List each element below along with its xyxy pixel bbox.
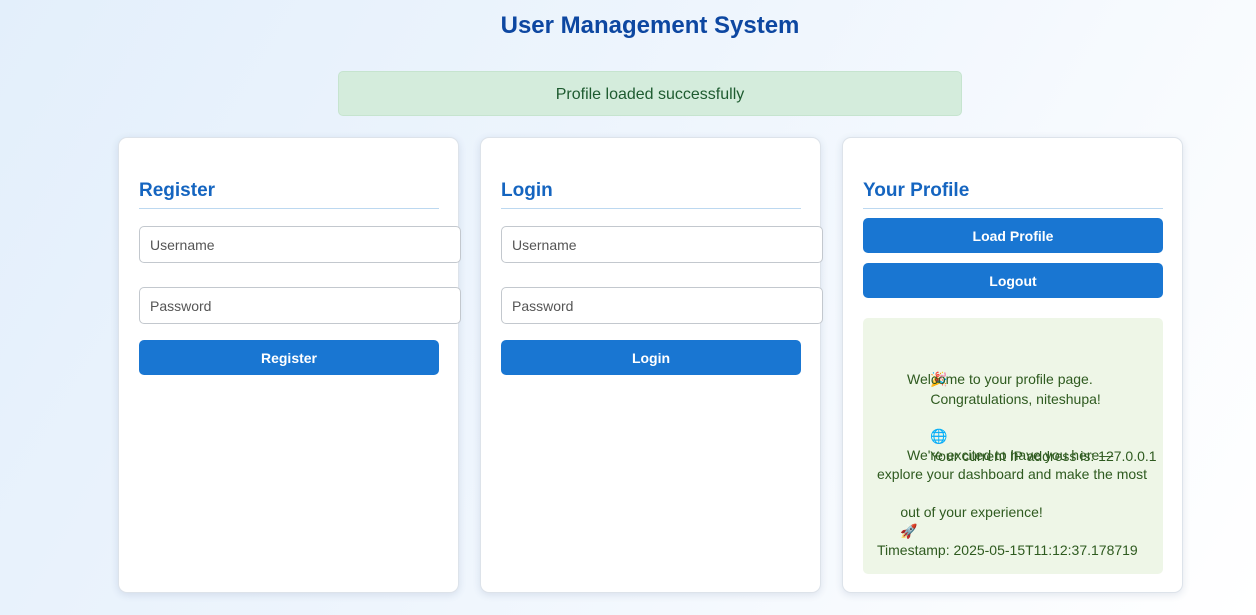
login-card: Login Login: [480, 137, 823, 593]
login-username-input[interactable]: [501, 226, 823, 263]
timestamp-text: Timestamp: 2025-05-15T11:12:37.178719: [877, 542, 1138, 558]
login-password-input[interactable]: [501, 287, 823, 324]
page-title: User Management System: [500, 12, 800, 39]
profile-card: Your Profile Load Profile Logout 🎉 Congr…: [842, 137, 1183, 593]
excited-text-3: out of your experience!: [900, 504, 1043, 520]
greeting-text: Congratulations, niteshupa!: [930, 391, 1101, 407]
rocket-icon: 🚀: [900, 524, 918, 540]
profile-heading: Your Profile: [863, 180, 1163, 209]
register-username-input[interactable]: [139, 226, 461, 263]
register-password-input[interactable]: [139, 287, 461, 324]
welcome-text: Welcome to your profile page.: [907, 371, 1093, 387]
load-profile-button[interactable]: Load Profile: [863, 218, 1163, 253]
excited-text-1: We're excited to have you here—: [907, 447, 1114, 463]
login-heading: Login: [501, 180, 801, 209]
globe-icon: 🌐: [930, 429, 948, 445]
register-card: Register Register: [118, 137, 461, 593]
status-banner: Profile loaded successfully: [338, 71, 962, 116]
login-button[interactable]: Login: [501, 340, 801, 375]
excited-text-2: explore your dashboard and make the most: [877, 466, 1148, 482]
register-button[interactable]: Register: [139, 340, 439, 375]
logout-button[interactable]: Logout: [863, 263, 1163, 298]
profile-info-panel: 🎉 Congratulations, niteshupa! Welcome to…: [863, 318, 1163, 574]
register-heading: Register: [139, 180, 439, 209]
